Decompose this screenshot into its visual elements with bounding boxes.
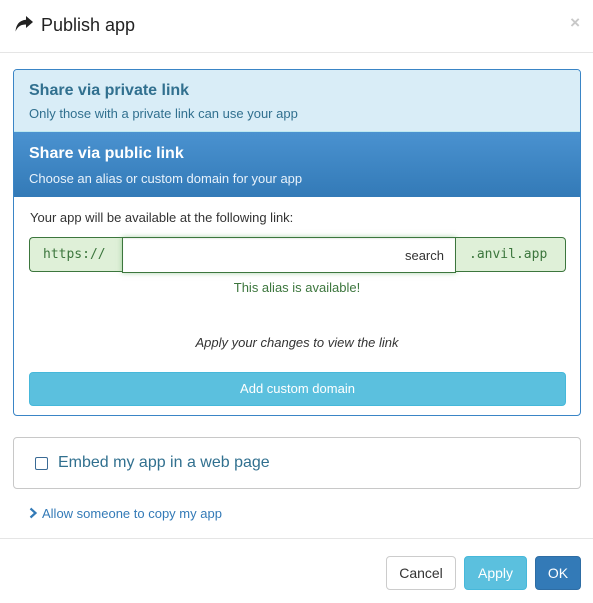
allow-copy-link[interactable]: Allow someone to copy my app [28,506,222,521]
public-link-title: Share via public link [29,145,184,162]
availability-label: Your app will be available at the follow… [30,210,294,225]
modal-title: Publish app [41,15,136,35]
alias-input[interactable] [122,237,456,273]
ok-button[interactable]: OK [535,556,581,590]
close-icon[interactable]: × [570,14,580,31]
add-custom-domain-button[interactable]: Add custom domain [29,372,566,406]
public-link-option[interactable]: Share via public link Choose an alias or… [14,132,580,197]
chevron-right-icon [29,507,38,519]
public-link-subtitle: Choose an alias or custom domain for you… [29,171,303,186]
apply-button[interactable]: Apply [464,556,527,590]
modal-footer: Cancel Apply OK [0,538,593,603]
share-icon [15,16,33,32]
embed-checkbox[interactable] [35,457,48,470]
alias-input-group: https:// .anvil.app [29,237,566,273]
private-link-title: Share via private link [29,82,190,99]
url-prefix: https:// [29,237,122,272]
apply-note: Apply your changes to view the link [195,335,399,350]
embed-label: Embed my app in a web page [58,454,270,471]
embed-option[interactable]: Embed my app in a web page [13,437,581,489]
cancel-button[interactable]: Cancel [386,556,456,590]
private-link-subtitle: Only those with a private link can use y… [29,106,298,121]
allow-copy-label: Allow someone to copy my app [42,506,222,521]
share-options-panel: Share via private link Only those with a… [13,69,581,416]
alias-status: This alias is available! [233,280,361,295]
private-link-option[interactable]: Share via private link Only those with a… [14,70,580,132]
url-suffix: .anvil.app [456,237,566,272]
modal-header: Publish app × [0,0,593,53]
